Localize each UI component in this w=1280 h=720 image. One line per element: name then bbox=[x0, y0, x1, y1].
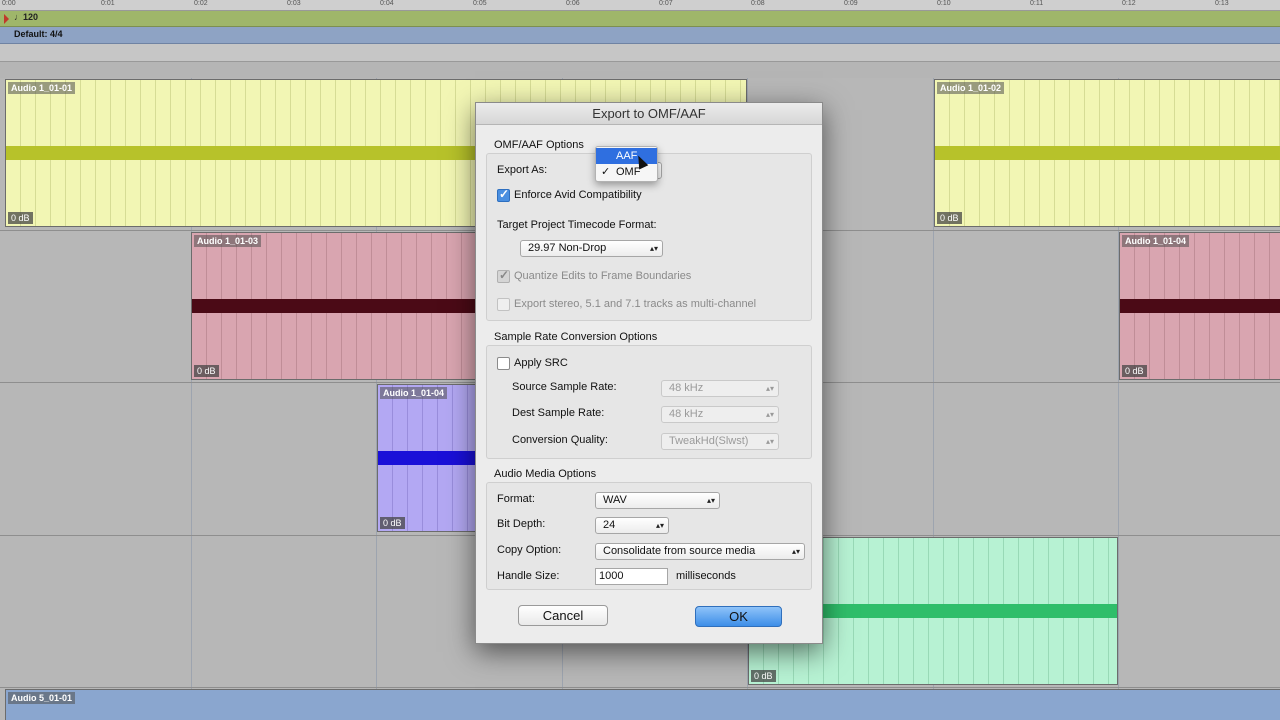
ok-button[interactable]: OK bbox=[695, 606, 782, 627]
clip-waveform bbox=[192, 299, 480, 313]
export-multichannel-label: Export stereo, 5.1 and 7.1 tracks as mul… bbox=[514, 298, 757, 310]
src-options-title: Sample Rate Conversion Options bbox=[494, 331, 658, 343]
source-sample-rate-popup[interactable]: 48 kHz ▴▾ bbox=[661, 380, 779, 397]
tempo-marker-icon[interactable] bbox=[4, 14, 9, 24]
copy-option-value: Consolidate from source media bbox=[603, 545, 756, 557]
audio-clip[interactable]: Audio 1_01-03 0 dB bbox=[191, 232, 481, 380]
ruler-tick: 0:11 bbox=[1030, 0, 1044, 7]
ruler-tick: 0:05 bbox=[473, 0, 487, 7]
source-sample-rate-label: Source Sample Rate: bbox=[512, 381, 617, 393]
clip-gain[interactable]: 0 dB bbox=[937, 212, 962, 224]
clip-gain[interactable]: 0 dB bbox=[1122, 365, 1147, 377]
ruler-tick: 0:04 bbox=[380, 0, 394, 7]
ruler-tick: 0:03 bbox=[287, 0, 301, 7]
apply-src-label: Apply SRC bbox=[514, 357, 568, 369]
clip-gain[interactable]: 0 dB bbox=[751, 670, 776, 682]
tempo-value: ♩120 bbox=[14, 12, 39, 22]
updown-arrows-icon: ▴▾ bbox=[649, 244, 658, 253]
format-value: WAV bbox=[603, 494, 627, 506]
clip-name: Audio 1_01-02 bbox=[937, 82, 1005, 94]
checkmark-icon: ✓ bbox=[601, 166, 611, 178]
export-as-menu: AAF ✓ OMF bbox=[595, 146, 658, 182]
clip-name: Audio 1_01-04 bbox=[1122, 235, 1190, 247]
dest-sample-rate-label: Dest Sample Rate: bbox=[512, 407, 605, 419]
enforce-avid-checkbox[interactable] bbox=[497, 187, 510, 202]
export-omf-aaf-dialog: Export to OMF/AAF OMF/AAF Options Export… bbox=[475, 102, 823, 644]
clip-gain[interactable]: 0 dB bbox=[380, 517, 405, 529]
export-as-option-omf[interactable]: ✓ OMF bbox=[596, 164, 657, 180]
audio-media-options-title: Audio Media Options bbox=[494, 468, 597, 480]
omf-aaf-options-title: OMF/AAF Options bbox=[494, 139, 584, 151]
ruler-tick: 0:06 bbox=[566, 0, 580, 7]
track-separator bbox=[0, 687, 1280, 688]
clip-name: Audio 1_01-03 bbox=[194, 235, 262, 247]
updown-arrows-icon: ▴▾ bbox=[765, 437, 774, 446]
source-sample-rate-value: 48 kHz bbox=[669, 382, 704, 394]
quantize-edits-label: Quantize Edits to Frame Boundaries bbox=[514, 270, 692, 282]
ruler-spacer bbox=[0, 62, 1280, 78]
ruler-tick: 0:12 bbox=[1122, 0, 1136, 7]
export-as-option-aaf[interactable]: AAF bbox=[596, 148, 657, 164]
updown-arrows-icon: ▴▾ bbox=[765, 410, 774, 419]
updown-arrows-icon: ▴▾ bbox=[791, 547, 800, 556]
clip-waveform bbox=[935, 146, 1280, 160]
timecode-format-popup[interactable]: 29.97 Non-Drop ▴▾ bbox=[520, 240, 663, 257]
format-label: Format: bbox=[497, 493, 535, 505]
clip-gain[interactable]: 0 dB bbox=[194, 365, 219, 377]
updown-arrows-icon: ▴▾ bbox=[706, 496, 715, 505]
tempo-ruler[interactable]: ♩120 bbox=[0, 11, 1280, 27]
updown-arrows-icon: ▴▾ bbox=[655, 521, 664, 530]
meter-ruler[interactable]: Default: 4/4 bbox=[0, 27, 1280, 44]
clip-waveform bbox=[1120, 299, 1280, 313]
apply-src-checkbox[interactable] bbox=[497, 357, 510, 370]
bit-depth-popup[interactable]: 24 ▴▾ bbox=[595, 517, 669, 534]
dest-sample-rate-popup[interactable]: 48 kHz ▴▾ bbox=[661, 406, 779, 423]
audio-clip[interactable]: Audio 1_01-02 0 dB bbox=[934, 79, 1280, 227]
bit-depth-value: 24 bbox=[603, 519, 616, 531]
meter-value: Default: 4/4 bbox=[14, 29, 63, 39]
marker-ruler[interactable] bbox=[0, 44, 1280, 62]
timecode-format-value: 29.97 Non-Drop bbox=[528, 242, 607, 254]
clip-name: Audio 1_01-04 bbox=[380, 387, 448, 399]
clip-name: Audio 1_01-01 bbox=[8, 82, 76, 94]
clip-name: Audio 5_01-01 bbox=[8, 692, 76, 704]
timecode-ruler[interactable]: 0:00 0:01 0:02 0:03 0:04 0:05 0:06 0:07 … bbox=[0, 0, 1280, 11]
pro-tools-edit-window: 0:00 0:01 0:02 0:03 0:04 0:05 0:06 0:07 … bbox=[0, 0, 1280, 720]
clip-gain[interactable]: 0 dB bbox=[8, 212, 33, 224]
export-multichannel-checkbox[interactable] bbox=[497, 298, 510, 311]
ruler-tick: 0:09 bbox=[844, 0, 858, 7]
audio-clip[interactable]: Audio 5_01-01 bbox=[5, 689, 1280, 720]
updown-arrows-icon: ▴▾ bbox=[765, 384, 774, 393]
export-as-label: Export As: bbox=[497, 164, 548, 176]
handle-size-unit: milliseconds bbox=[676, 570, 736, 582]
handle-size-label: Handle Size: bbox=[497, 570, 560, 582]
ruler-tick: 0:02 bbox=[194, 0, 208, 7]
ruler-tick: 0:07 bbox=[659, 0, 673, 7]
ruler-tick: 0:01 bbox=[101, 0, 115, 7]
quantize-edits-checkbox[interactable] bbox=[497, 268, 510, 283]
ruler-tick: 0:00 bbox=[2, 0, 16, 7]
ruler-tick: 0:08 bbox=[751, 0, 765, 7]
conversion-quality-value: TweakHd(Slwst) bbox=[669, 435, 749, 447]
conversion-quality-popup[interactable]: TweakHd(Slwst) ▴▾ bbox=[661, 433, 779, 450]
clip-waveform bbox=[378, 451, 480, 465]
ruler-tick: 0:10 bbox=[937, 0, 951, 7]
menu-item-label: AAF bbox=[616, 150, 638, 162]
cancel-button[interactable]: Cancel bbox=[518, 605, 608, 626]
format-popup[interactable]: WAV ▴▾ bbox=[595, 492, 720, 509]
ruler-tick: 0:13 bbox=[1215, 0, 1229, 7]
enforce-avid-label: Enforce Avid Compatibility bbox=[514, 189, 642, 201]
handle-size-input[interactable]: 1000 bbox=[595, 568, 668, 585]
audio-clip[interactable]: Audio 1_01-04 0 dB bbox=[377, 384, 481, 532]
copy-option-label: Copy Option: bbox=[497, 544, 562, 556]
dialog-title: Export to OMF/AAF bbox=[476, 103, 822, 125]
bit-depth-label: Bit Depth: bbox=[497, 518, 546, 530]
timecode-format-label: Target Project Timecode Format: bbox=[497, 219, 657, 231]
copy-option-popup[interactable]: Consolidate from source media ▴▾ bbox=[595, 543, 805, 560]
audio-clip[interactable]: Audio 1_01-04 0 dB bbox=[1119, 232, 1280, 380]
dest-sample-rate-value: 48 kHz bbox=[669, 408, 704, 420]
conversion-quality-label: Conversion Quality: bbox=[512, 434, 608, 446]
